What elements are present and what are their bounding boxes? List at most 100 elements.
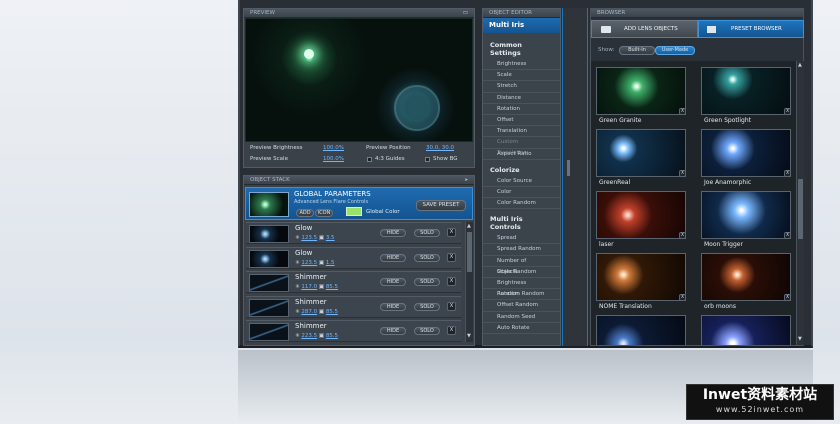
remove-button[interactable]: X (447, 252, 456, 262)
stack-scroll-thumb[interactable] (467, 232, 472, 272)
editor-param-item[interactable]: Random Seed (483, 312, 560, 323)
delete-preset-button[interactable]: X (784, 108, 791, 115)
editor-param-item[interactable]: Brightness Random (483, 278, 560, 297)
panel-arrow-icon[interactable]: ▸ (465, 177, 468, 183)
editor-param-item[interactable]: Number of Objects (483, 256, 560, 275)
preset-thumbnail[interactable]: X (596, 67, 686, 115)
guides-checkbox[interactable] (367, 157, 372, 162)
hide-button[interactable]: HIDE (380, 229, 406, 237)
editor-param-item[interactable]: Color Source (483, 176, 560, 187)
editor-param-item[interactable]: Translation (483, 126, 560, 138)
global-parameters-row[interactable]: GLOBAL PARAMETERS Advanced Lens Flare Co… (245, 187, 473, 220)
editor-param-item[interactable]: Stretch (483, 81, 560, 93)
remove-button[interactable]: X (447, 326, 456, 335)
editor-param-item[interactable]: Distance (483, 93, 560, 104)
tab-preset-browser[interactable]: PRESET BROWSER (698, 20, 804, 38)
delete-preset-button[interactable]: X (679, 170, 686, 177)
preset-thumbnail[interactable]: X (701, 191, 791, 239)
watermark: Inwet资料素材站 www.52inwet.com (686, 384, 834, 420)
browser-scroll-down-icon[interactable]: ▼ (798, 336, 802, 342)
delete-preset-button[interactable]: X (784, 232, 791, 239)
row-value-1[interactable]: 223.5 (301, 333, 317, 339)
stack-row[interactable]: Glow ✳ 123.5 ▣ 3.5 HIDE SOLO X (246, 222, 461, 244)
delete-preset-button[interactable]: X (679, 294, 686, 301)
editor-param-item[interactable]: Color (483, 187, 560, 199)
builtin-toggle[interactable]: Built-In (619, 46, 655, 55)
row-value-1[interactable]: 123.5 (301, 260, 317, 266)
preview-brightness-value[interactable]: 100.0% (323, 145, 344, 151)
editor-param-item[interactable]: Auto Rotate (483, 323, 560, 334)
global-color-swatch[interactable] (346, 207, 362, 216)
stack-row[interactable]: Glow ✳ 123.5 ▣ 1.5 HIDE SOLO X (246, 246, 461, 269)
editor-param-item[interactable]: Scale (483, 70, 560, 82)
stack-scrollbar[interactable]: ▲ ▼ (465, 222, 473, 342)
solo-button[interactable]: SOLO (414, 253, 440, 262)
editor-param-item[interactable]: Offset (483, 115, 560, 127)
stack-row[interactable]: Shimmer ✳ 287.0 ▣ 85.5 HIDE SOLO X (246, 295, 461, 318)
solo-button[interactable]: SOLO (414, 302, 440, 311)
delete-preset-button[interactable]: X (784, 170, 791, 177)
delete-preset-button[interactable]: X (679, 108, 686, 115)
delete-preset-button[interactable]: X (784, 294, 791, 301)
preview-scale-value[interactable]: 100.0% (323, 156, 344, 162)
editor-param-item[interactable]: Brightness (483, 59, 560, 71)
editor-param-item[interactable]: Spread Random (483, 244, 560, 256)
preset-thumbnail[interactable]: X (596, 129, 686, 177)
row-value-1[interactable]: 123.5 (301, 235, 317, 241)
icon-button[interactable]: ICON (315, 209, 333, 217)
editor-param-item[interactable]: Spread (483, 233, 560, 245)
usermade-toggle[interactable]: User-Made (655, 46, 695, 55)
add-button[interactable]: ADD (296, 209, 314, 217)
editor-param-item[interactable]: Scale Random (483, 267, 560, 278)
row-values: ✳ 123.5 ▣ 3.5 (295, 235, 335, 241)
editor-param-item[interactable]: Rotation (483, 104, 560, 115)
row-value-1[interactable]: 117.0 (301, 284, 317, 290)
editor-param-item[interactable]: Aspect Ratio (483, 149, 560, 160)
browser-scroll-thumb[interactable] (798, 179, 803, 239)
row-value-2[interactable]: 1.5 (326, 260, 335, 266)
hide-button[interactable]: HIDE (380, 278, 406, 286)
remove-button[interactable]: X (447, 301, 456, 311)
row-name: Shimmer (295, 273, 327, 281)
preset-thumbnail[interactable]: X (596, 253, 686, 301)
editor-param-item[interactable]: Color Random (483, 198, 560, 210)
row-value-2[interactable]: 85.5 (326, 309, 338, 315)
stack-row[interactable]: Shimmer ✳ 223.5 ▣ 85.5 HIDE SOLO X (246, 320, 461, 342)
preset-thumbnail[interactable]: X (701, 253, 791, 301)
row-value-2[interactable]: 85.5 (326, 284, 338, 290)
global-title: GLOBAL PARAMETERS (294, 190, 371, 198)
remove-button[interactable]: X (447, 228, 456, 237)
expand-icon[interactable]: ▭ (463, 10, 468, 16)
scroll-down-icon[interactable]: ▼ (467, 333, 471, 339)
scroll-up-icon[interactable]: ▲ (467, 223, 471, 229)
preset-thumbnail[interactable]: X (701, 129, 791, 177)
preset-thumbnail[interactable]: X (701, 67, 791, 115)
preview-position-value[interactable]: 30.0, 30.0 (426, 145, 454, 151)
editor-param-item[interactable]: Custom Translation (483, 137, 560, 156)
row-value-2[interactable]: 85.5 (326, 333, 338, 339)
solo-button[interactable]: SOLO (414, 327, 440, 335)
hide-button[interactable]: HIDE (380, 302, 406, 311)
solo-button[interactable]: SOLO (414, 278, 440, 286)
tab-add-lens-objects[interactable]: ADD LENS OBJECTS (591, 20, 698, 38)
row-value-1[interactable]: 287.0 (301, 309, 317, 315)
row-value-2[interactable]: 3.5 (326, 235, 335, 241)
divider-grip[interactable] (567, 160, 570, 176)
browser-scroll-up-icon[interactable]: ▲ (798, 62, 802, 68)
remove-button[interactable]: X (447, 277, 456, 286)
stack-row[interactable]: Shimmer ✳ 117.0 ▣ 85.5 HIDE SOLO X (246, 271, 461, 293)
save-preset-button[interactable]: SAVE PRESET (416, 200, 466, 211)
delete-preset-button[interactable]: X (679, 232, 686, 239)
preset-thumbnail[interactable]: X (701, 315, 791, 345)
hide-button[interactable]: HIDE (380, 327, 406, 335)
panel-divider[interactable] (562, 8, 588, 346)
editor-param-item[interactable]: Offset Random (483, 300, 560, 312)
browser-scrollbar[interactable]: ▲ ▼ (796, 61, 804, 345)
preview-viewport[interactable] (245, 18, 473, 142)
editor-param-item[interactable]: Rotation Random (483, 289, 560, 301)
solo-button[interactable]: SOLO (414, 229, 440, 237)
preset-thumbnail[interactable]: X (596, 315, 686, 345)
hide-button[interactable]: HIDE (380, 253, 406, 262)
preset-thumbnail[interactable]: X (596, 191, 686, 239)
showbg-checkbox[interactable] (425, 157, 430, 162)
